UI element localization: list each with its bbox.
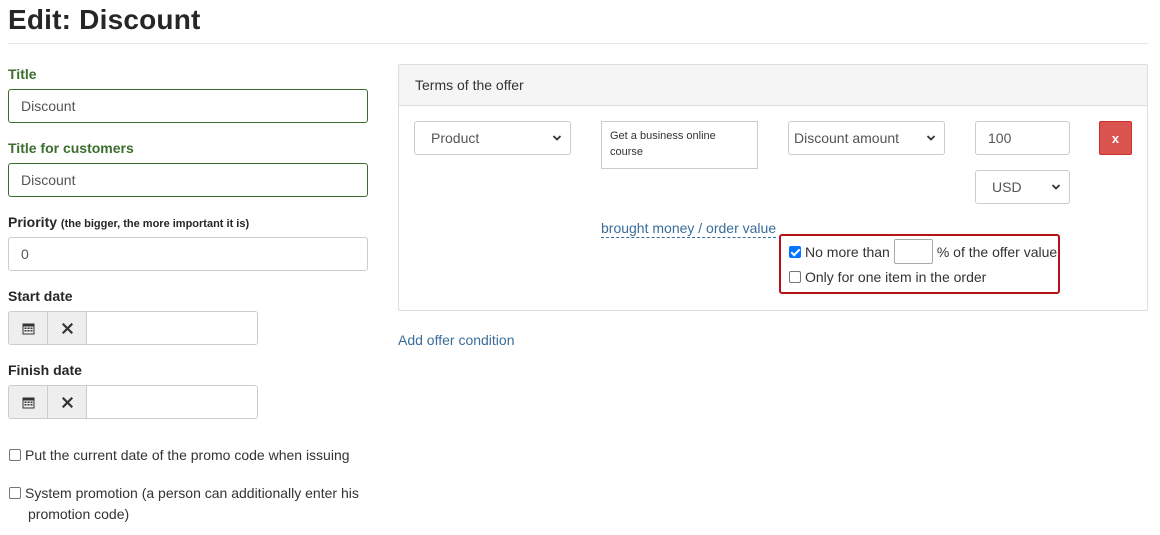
currency-value: USD <box>992 179 1022 195</box>
close-icon <box>61 322 73 334</box>
start-date-label: Start date <box>8 288 73 304</box>
current-date-option: Put the current date of the promo code w… <box>9 447 350 463</box>
system-promo-label-line2: promotion code) <box>28 506 130 522</box>
priority-hint: (the bigger, the more important it is) <box>60 218 250 230</box>
percent-input[interactable] <box>893 239 933 264</box>
system-promo-label-line1: System promotion (a person can additiona… <box>25 485 359 501</box>
calendar-icon <box>22 323 34 334</box>
finish-date-calendar-button[interactable] <box>9 386 48 418</box>
start-date-input[interactable] <box>87 312 257 344</box>
offer-terms-title: Terms of the offer <box>415 77 524 93</box>
calc-base-link[interactable]: brought money / order value <box>601 220 777 238</box>
priority-label: Priority (the bigger, the more important… <box>8 214 249 230</box>
no-more-than-option: No more than % of the offer value <box>789 239 1057 264</box>
system-promo-label: System promotion (a person can additiona… <box>25 483 359 525</box>
product-textarea[interactable]: Get a business online course <box>601 121 758 169</box>
priority-input[interactable]: 0 <box>8 237 368 271</box>
customer-title-input[interactable]: Discount <box>8 163 368 197</box>
product-textarea-value: Get a business online course <box>610 130 716 158</box>
system-promo-option: System promotion (a person can additiona… <box>9 485 359 525</box>
finish-date-input[interactable] <box>87 386 257 418</box>
finish-date-clear-button[interactable] <box>48 386 87 418</box>
percent-suffix: % of the offer value <box>936 243 1058 260</box>
finish-date-group <box>8 385 258 419</box>
title-input-value: Discount <box>21 98 76 114</box>
no-more-than-checkbox[interactable] <box>789 245 801 258</box>
offer-type-select[interactable]: Product <box>414 121 571 155</box>
one-item-label: Only for one item in the order <box>805 269 987 285</box>
system-promo-checkbox[interactable] <box>9 487 21 499</box>
title-divider <box>8 43 1148 44</box>
delete-condition-button[interactable]: x <box>1099 121 1132 155</box>
discount-type-select[interactable]: Discount amount <box>788 121 945 155</box>
discount-type-value: Discount amount <box>794 130 900 146</box>
page-title: Edit: Discount <box>8 4 201 35</box>
current-date-label: Put the current date of the promo code w… <box>25 447 350 463</box>
current-date-checkbox[interactable] <box>9 449 21 461</box>
close-icon <box>61 396 73 408</box>
chevron-down-icon <box>1051 184 1061 190</box>
start-date-clear-button[interactable] <box>48 312 87 344</box>
one-item-option: Only for one item in the order <box>789 269 986 285</box>
priority-input-value: 0 <box>21 246 29 262</box>
discount-amount-input[interactable]: 100 <box>975 121 1070 155</box>
start-date-group <box>8 311 258 345</box>
currency-select[interactable]: USD <box>975 170 1070 204</box>
start-date-calendar-button[interactable] <box>9 312 48 344</box>
limit-options-highlight: No more than % of the offer value Only f… <box>779 234 1060 294</box>
finish-date-label: Finish date <box>8 362 82 378</box>
title-input[interactable]: Discount <box>8 89 368 123</box>
discount-amount-value: 100 <box>988 130 1012 146</box>
chevron-down-icon <box>926 135 936 141</box>
offer-type-value: Product <box>431 130 480 146</box>
delete-condition-label: x <box>1111 130 1120 146</box>
no-more-than-label: No more than <box>805 243 890 260</box>
calendar-icon <box>22 397 34 408</box>
customer-title-label: Title for customers <box>8 140 134 156</box>
one-item-checkbox[interactable] <box>789 271 801 283</box>
offer-terms-panel: Terms of the offer Product Get a busines… <box>398 64 1148 311</box>
priority-label-text: Priority <box>8 214 58 230</box>
add-offer-condition-link[interactable]: Add offer condition <box>398 332 515 348</box>
chevron-down-icon <box>552 135 562 141</box>
title-label: Title <box>8 66 37 82</box>
customer-title-input-value: Discount <box>21 172 76 188</box>
offer-terms-header: Terms of the offer <box>399 65 1147 106</box>
